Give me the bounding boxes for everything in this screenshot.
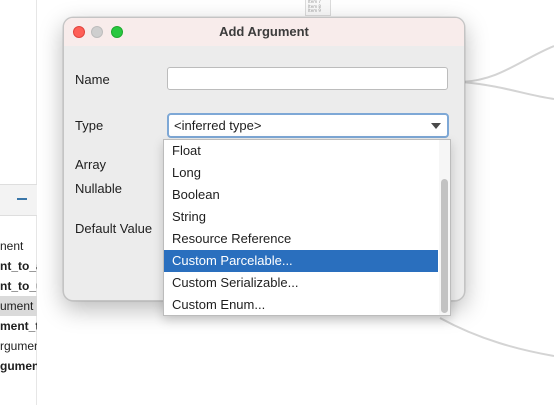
chevron-down-icon[interactable] xyxy=(431,123,441,129)
card-line: Item 9 xyxy=(308,8,321,13)
arguments-list: nent nt_to_a nt_to_u ument ment_to_ rgum… xyxy=(0,236,37,376)
list-item-selected[interactable]: ument xyxy=(0,296,37,316)
minus-icon[interactable] xyxy=(17,198,27,200)
dialog-titlebar[interactable]: Add Argument xyxy=(64,18,464,46)
type-combobox[interactable]: <inferred type> xyxy=(167,113,449,138)
list-item[interactable]: nt_to_a xyxy=(0,256,37,276)
dropdown-option-string[interactable]: String xyxy=(164,206,438,228)
type-combobox-value: <inferred type> xyxy=(174,118,262,133)
list-item[interactable]: nent xyxy=(0,236,37,256)
dropdown-option-custom-parcelable[interactable]: Custom Parcelable... xyxy=(164,250,438,272)
dropdown-option-resource-reference[interactable]: Resource Reference xyxy=(164,228,438,250)
dropdown-option-custom-serializable[interactable]: Custom Serializable... xyxy=(164,272,438,294)
array-label: Array xyxy=(75,157,107,172)
dialog-title: Add Argument xyxy=(219,24,309,39)
type-dropdown-list: Float Long Boolean String Resource Refer… xyxy=(163,139,451,316)
dropdown-option-boolean[interactable]: Boolean xyxy=(164,184,438,206)
panel-header xyxy=(0,184,37,216)
type-label: Type xyxy=(75,118,104,133)
list-item[interactable]: rgument xyxy=(0,336,37,356)
list-item[interactable]: gument_ xyxy=(0,356,37,376)
dropdown-scrollbar-thumb[interactable] xyxy=(441,179,448,313)
nullable-label: Nullable xyxy=(75,181,122,196)
dropdown-option-float[interactable]: Float xyxy=(164,140,438,162)
list-item[interactable]: ment_to_ xyxy=(0,316,37,336)
graph-destination-card[interactable]: Item 7 Item 8 Item 9 xyxy=(305,0,331,16)
name-label: Name xyxy=(75,72,110,87)
list-item[interactable]: nt_to_u xyxy=(0,276,37,296)
dropdown-option-custom-enum[interactable]: Custom Enum... xyxy=(164,294,438,316)
name-input[interactable] xyxy=(167,67,448,90)
dropdown-option-long[interactable]: Long xyxy=(164,162,438,184)
default-value-label: Default Value xyxy=(75,221,153,236)
